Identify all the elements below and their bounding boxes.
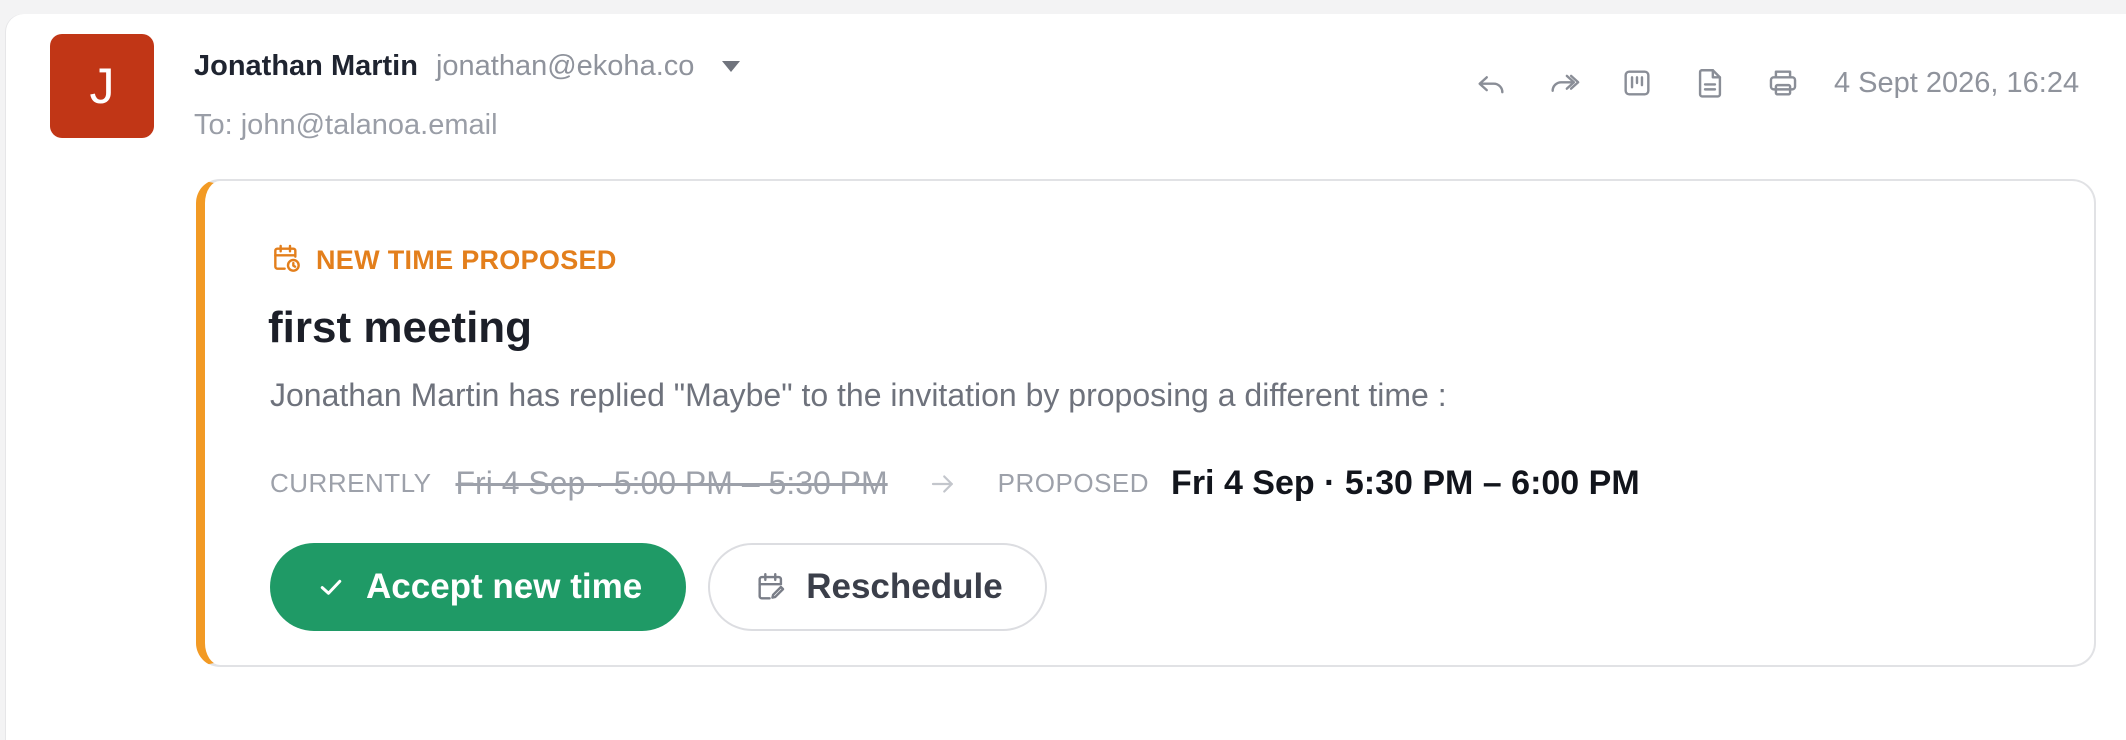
proposed-label: PROPOSED	[997, 468, 1150, 498]
recipient-line: To: john@talanoa.email	[194, 109, 498, 141]
print-icon[interactable]	[1764, 64, 1802, 102]
proposed-time: Fri 4 Sep · 5:30 PM – 6:00 PM	[1171, 464, 1640, 502]
proposal-badge: NEW TIME PROPOSED	[270, 242, 617, 279]
current-label: CURRENTLY	[270, 468, 432, 498]
sender-email[interactable]: jonathan@ekoha.co	[436, 50, 694, 83]
proposal-description: Jonathan Martin has replied "Maybe" to t…	[270, 377, 1447, 413]
reschedule-button[interactable]: Reschedule	[708, 543, 1047, 631]
arrow-right-icon	[928, 469, 958, 499]
time-comparison: CURRENTLY Fri 4 Sep · 5:00 PM – 5:30 PM …	[270, 464, 1640, 503]
sender-name[interactable]: Jonathan Martin	[194, 50, 418, 83]
document-icon[interactable]	[1691, 64, 1729, 102]
accept-new-time-button[interactable]: Accept new time	[270, 543, 687, 631]
forward-icon[interactable]	[1545, 64, 1583, 102]
avatar[interactable]: J	[50, 34, 154, 138]
reply-icon[interactable]	[1472, 64, 1510, 102]
kanban-icon[interactable]	[1618, 64, 1656, 102]
calendar-edit-icon	[758, 573, 785, 600]
accept-button-label: Accept new time	[366, 567, 643, 606]
proposal-actions: Accept new time Reschedule	[270, 543, 1047, 631]
avatar-initial: J	[89, 58, 115, 114]
meeting-title: first meeting	[268, 303, 533, 352]
message-toolbar: 4 Sept 2026, 16:24	[1472, 64, 2079, 102]
check-icon	[320, 579, 342, 595]
sender-row: Jonathan Martin jonathan@ekoha.co	[194, 50, 741, 83]
chevron-down-icon[interactable]	[722, 61, 741, 72]
calendar-clock-icon	[270, 242, 302, 279]
email-message: J Jonathan Martin jonathan@ekoha.co To: …	[6, 14, 2126, 740]
current-time: Fri 4 Sep · 5:00 PM – 5:30 PM	[455, 465, 888, 501]
message-timestamp: 4 Sept 2026, 16:24	[1834, 66, 2080, 99]
time-proposal-card: NEW TIME PROPOSED first meeting Jonathan…	[196, 179, 2096, 667]
badge-label: NEW TIME PROPOSED	[316, 245, 617, 275]
reschedule-button-label: Reschedule	[806, 567, 1003, 606]
